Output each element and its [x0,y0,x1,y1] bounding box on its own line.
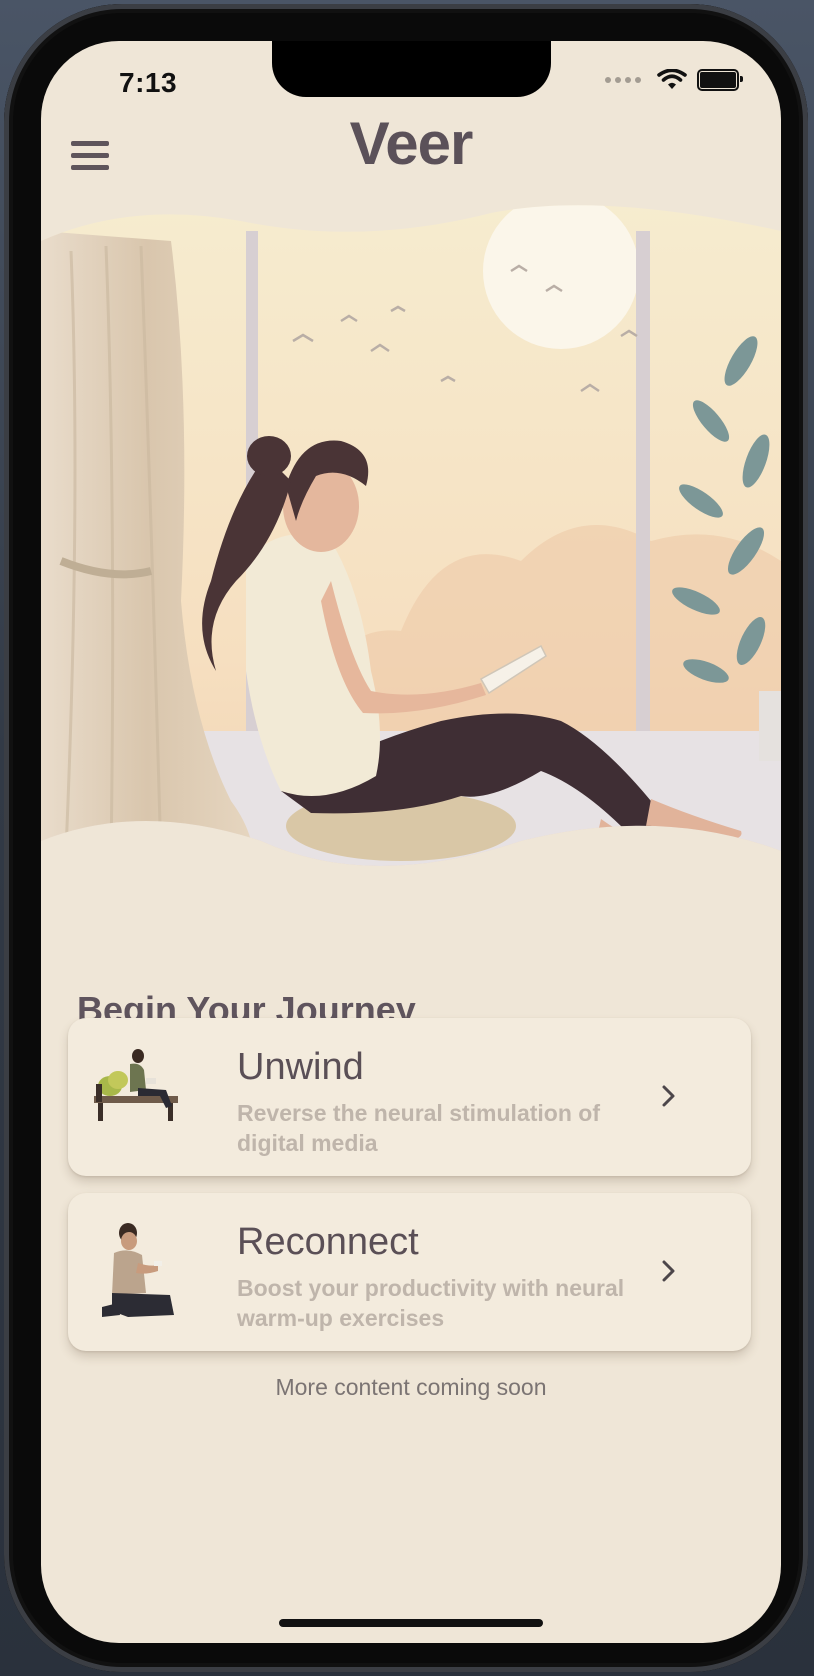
unwind-card[interactable]: Unwind Reverse the neural stimulation of… [68,1018,751,1176]
home-indicator[interactable] [279,1619,543,1627]
chevron-right-icon [662,1085,675,1107]
man-on-bench-illustration [94,1049,178,1121]
status-indicators [605,69,743,91]
app-screen: 7:13 Veer Begin Your Journey Unwind Reve… [41,41,781,1643]
card-title: Reconnect [237,1221,419,1263]
app-title: Veer [349,110,474,177]
status-time: 7:13 [119,67,178,98]
card-description: Boost your productivity with neural warm… [237,1275,625,1331]
wifi-icon [657,69,687,89]
man-sitting-with-phone-illustration [102,1223,174,1317]
chevron-right-icon [662,1260,675,1282]
cellular-signal-icon [605,77,641,83]
card-title: Unwind [237,1046,364,1088]
phone-frame: 7:13 Veer Begin Your Journey Unwind Reve… [4,4,808,1672]
reconnect-card[interactable]: Reconnect Boost your productivity with n… [68,1193,751,1351]
card-description: Reverse the neural stimulation of digita… [237,1100,600,1156]
battery-icon [697,69,743,91]
coming-soon-note: More content coming soon [275,1374,547,1400]
device-notch [272,41,551,97]
woman-reading-by-window-illustration [41,205,781,867]
